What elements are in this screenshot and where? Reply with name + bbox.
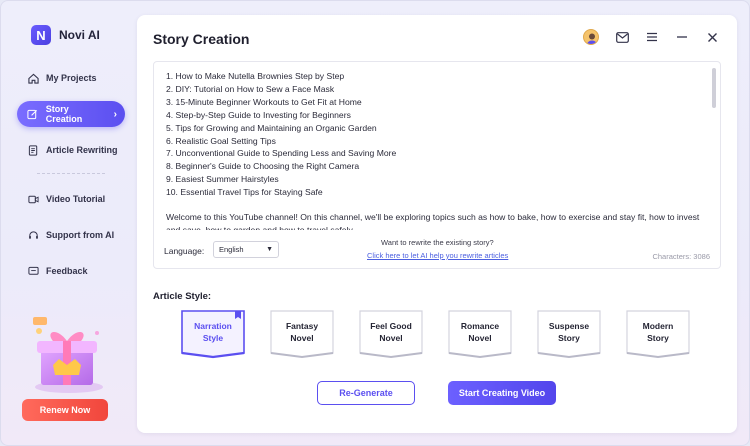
- style-option-romance[interactable]: Romance Novel: [446, 309, 514, 359]
- story-list-item: 1. How to Make Nutella Brownies Step by …: [166, 71, 345, 81]
- story-list-item: 8. Beginner's Guide to Choosing the Righ…: [166, 161, 360, 172]
- sidebar-item-support-from-ai[interactable]: Support from AI: [17, 222, 125, 248]
- chevron-right-icon: ›: [113, 108, 117, 120]
- style-label-line2: Story: [647, 333, 669, 343]
- edit-icon: [27, 108, 39, 120]
- sidebar-item-label: Support from AI: [46, 230, 115, 240]
- story-list-item: 7. Unconventional Guide to Spending Less…: [166, 148, 397, 159]
- app-logo-icon: N: [31, 25, 51, 45]
- style-label-line2: Novel: [468, 333, 492, 343]
- style-option-modern[interactable]: Modern Story: [624, 309, 692, 359]
- app-name: Novi AI: [59, 28, 100, 42]
- style-label-line1: Fantasy: [285, 321, 319, 331]
- sidebar-item-story-creation[interactable]: Story Creation ›: [17, 101, 125, 127]
- story-textarea[interactable]: 1. How to Make Nutella Brownies Step by …: [153, 61, 721, 269]
- renew-now-button[interactable]: Renew Now: [22, 399, 108, 421]
- style-option-label: Romance Novel: [450, 320, 510, 344]
- video-icon: [27, 193, 39, 205]
- style-option-narration[interactable]: Narration Style: [179, 309, 247, 359]
- article-style-label: Article Style:: [153, 291, 212, 302]
- minimize-icon[interactable]: [675, 30, 689, 44]
- home-icon: [27, 72, 39, 84]
- sidebar-item-article-rewriting[interactable]: Article Rewriting: [17, 137, 125, 163]
- story-list-item: 3. 15-Minute Beginner Workouts to Get Fi…: [166, 96, 362, 107]
- mail-icon[interactable]: [615, 30, 629, 44]
- sidebar-item-label: Video Tutorial: [46, 194, 106, 204]
- style-label-line1: Romance: [460, 321, 500, 331]
- style-option-label: Fantasy Novel: [272, 320, 332, 344]
- story-content[interactable]: 1. How to Make Nutella Brownies Step by …: [166, 70, 706, 230]
- style-label-line2: Story: [558, 333, 580, 343]
- language-label: Language:: [164, 246, 205, 256]
- brand: N Novi AI: [31, 25, 100, 45]
- sidebar-divider: [37, 173, 105, 174]
- story-list-item: 5. Tips for Growing and Maintaining an O…: [166, 122, 377, 133]
- rewrite-link[interactable]: Click here to let AI help you rewrite ar…: [367, 251, 508, 260]
- gift-box-icon: [23, 307, 111, 395]
- style-option-label: Suspense Story: [539, 320, 599, 344]
- story-list-item: 10. Essential Travel Tips for Staying Sa…: [166, 187, 323, 198]
- style-label-line1: Feel Good: [370, 321, 412, 331]
- sidebar-item-video-tutorial[interactable]: Video Tutorial: [17, 186, 125, 212]
- story-list-item: 4. Step-by-Step Guide to Investing for B…: [166, 109, 351, 120]
- style-option-suspense[interactable]: Suspense Story: [535, 309, 603, 359]
- style-option-fantasy[interactable]: Fantasy Novel: [268, 309, 336, 359]
- language-select[interactable]: English ▼: [213, 241, 279, 258]
- menu-icon[interactable]: [645, 30, 659, 44]
- language-selected: English: [219, 245, 244, 254]
- chat-icon: [27, 265, 39, 277]
- sidebar-item-my-projects[interactable]: My Projects: [17, 65, 125, 91]
- sidebar-item-label: My Projects: [46, 73, 97, 83]
- story-scrollbar[interactable]: [712, 68, 716, 108]
- style-label-line1: Narration: [194, 321, 232, 331]
- chevron-down-icon: ▼: [266, 246, 273, 253]
- sidebar-item-label: Article Rewriting: [46, 145, 118, 155]
- story-list-item: 2. DIY: Tutorial on How to Sew a Face Ma…: [166, 83, 335, 94]
- style-label-line2: Style: [202, 333, 224, 343]
- sidebar-item-label: Feedback: [46, 266, 88, 276]
- avatar[interactable]: [583, 29, 599, 45]
- rewrite-icon: [27, 144, 39, 156]
- style-option-label: Modern Story: [628, 320, 688, 344]
- style-label-line2: Novel: [290, 333, 314, 343]
- style-label-line2: Novel: [379, 333, 403, 343]
- style-label-line1: Suspense: [548, 321, 590, 331]
- style-label-line1: Modern: [642, 321, 674, 331]
- style-option-label: Feel Good Novel: [361, 320, 421, 344]
- page-title: Story Creation: [153, 31, 250, 47]
- style-option-feel-good[interactable]: Feel Good Novel: [357, 309, 425, 359]
- sidebar-nav: My Projects Story Creation › Article Rew…: [17, 65, 125, 294]
- headset-icon: [27, 229, 39, 241]
- story-paragraph: Welcome to this YouTube channel! On this…: [166, 212, 700, 230]
- regenerate-button[interactable]: Re-Generate: [317, 381, 415, 405]
- window-controls: [583, 29, 719, 45]
- rewrite-question: Want to rewrite the existing story?: [381, 238, 494, 247]
- sidebar-item-label: Story Creation: [45, 104, 83, 124]
- main-panel: Story Creation 1. How to Make Nutella Br…: [137, 15, 737, 433]
- story-list-item: 9. Easiest Summer Hairstyles: [166, 174, 279, 185]
- sidebar-item-feedback[interactable]: Feedback: [17, 258, 125, 284]
- story-list-item: 6. Realistic Goal Setting Tips: [166, 135, 276, 146]
- article-style-options: Narration Style Fantasy Novel Feel Good …: [179, 309, 692, 359]
- close-icon[interactable]: [705, 30, 719, 44]
- style-option-label: Narration Style: [183, 320, 243, 344]
- app-window: N Novi AI My Projects Story Creation › A…: [0, 0, 750, 446]
- character-count: Characters: 3086: [652, 252, 710, 261]
- start-creating-video-button[interactable]: Start Creating Video: [448, 381, 556, 405]
